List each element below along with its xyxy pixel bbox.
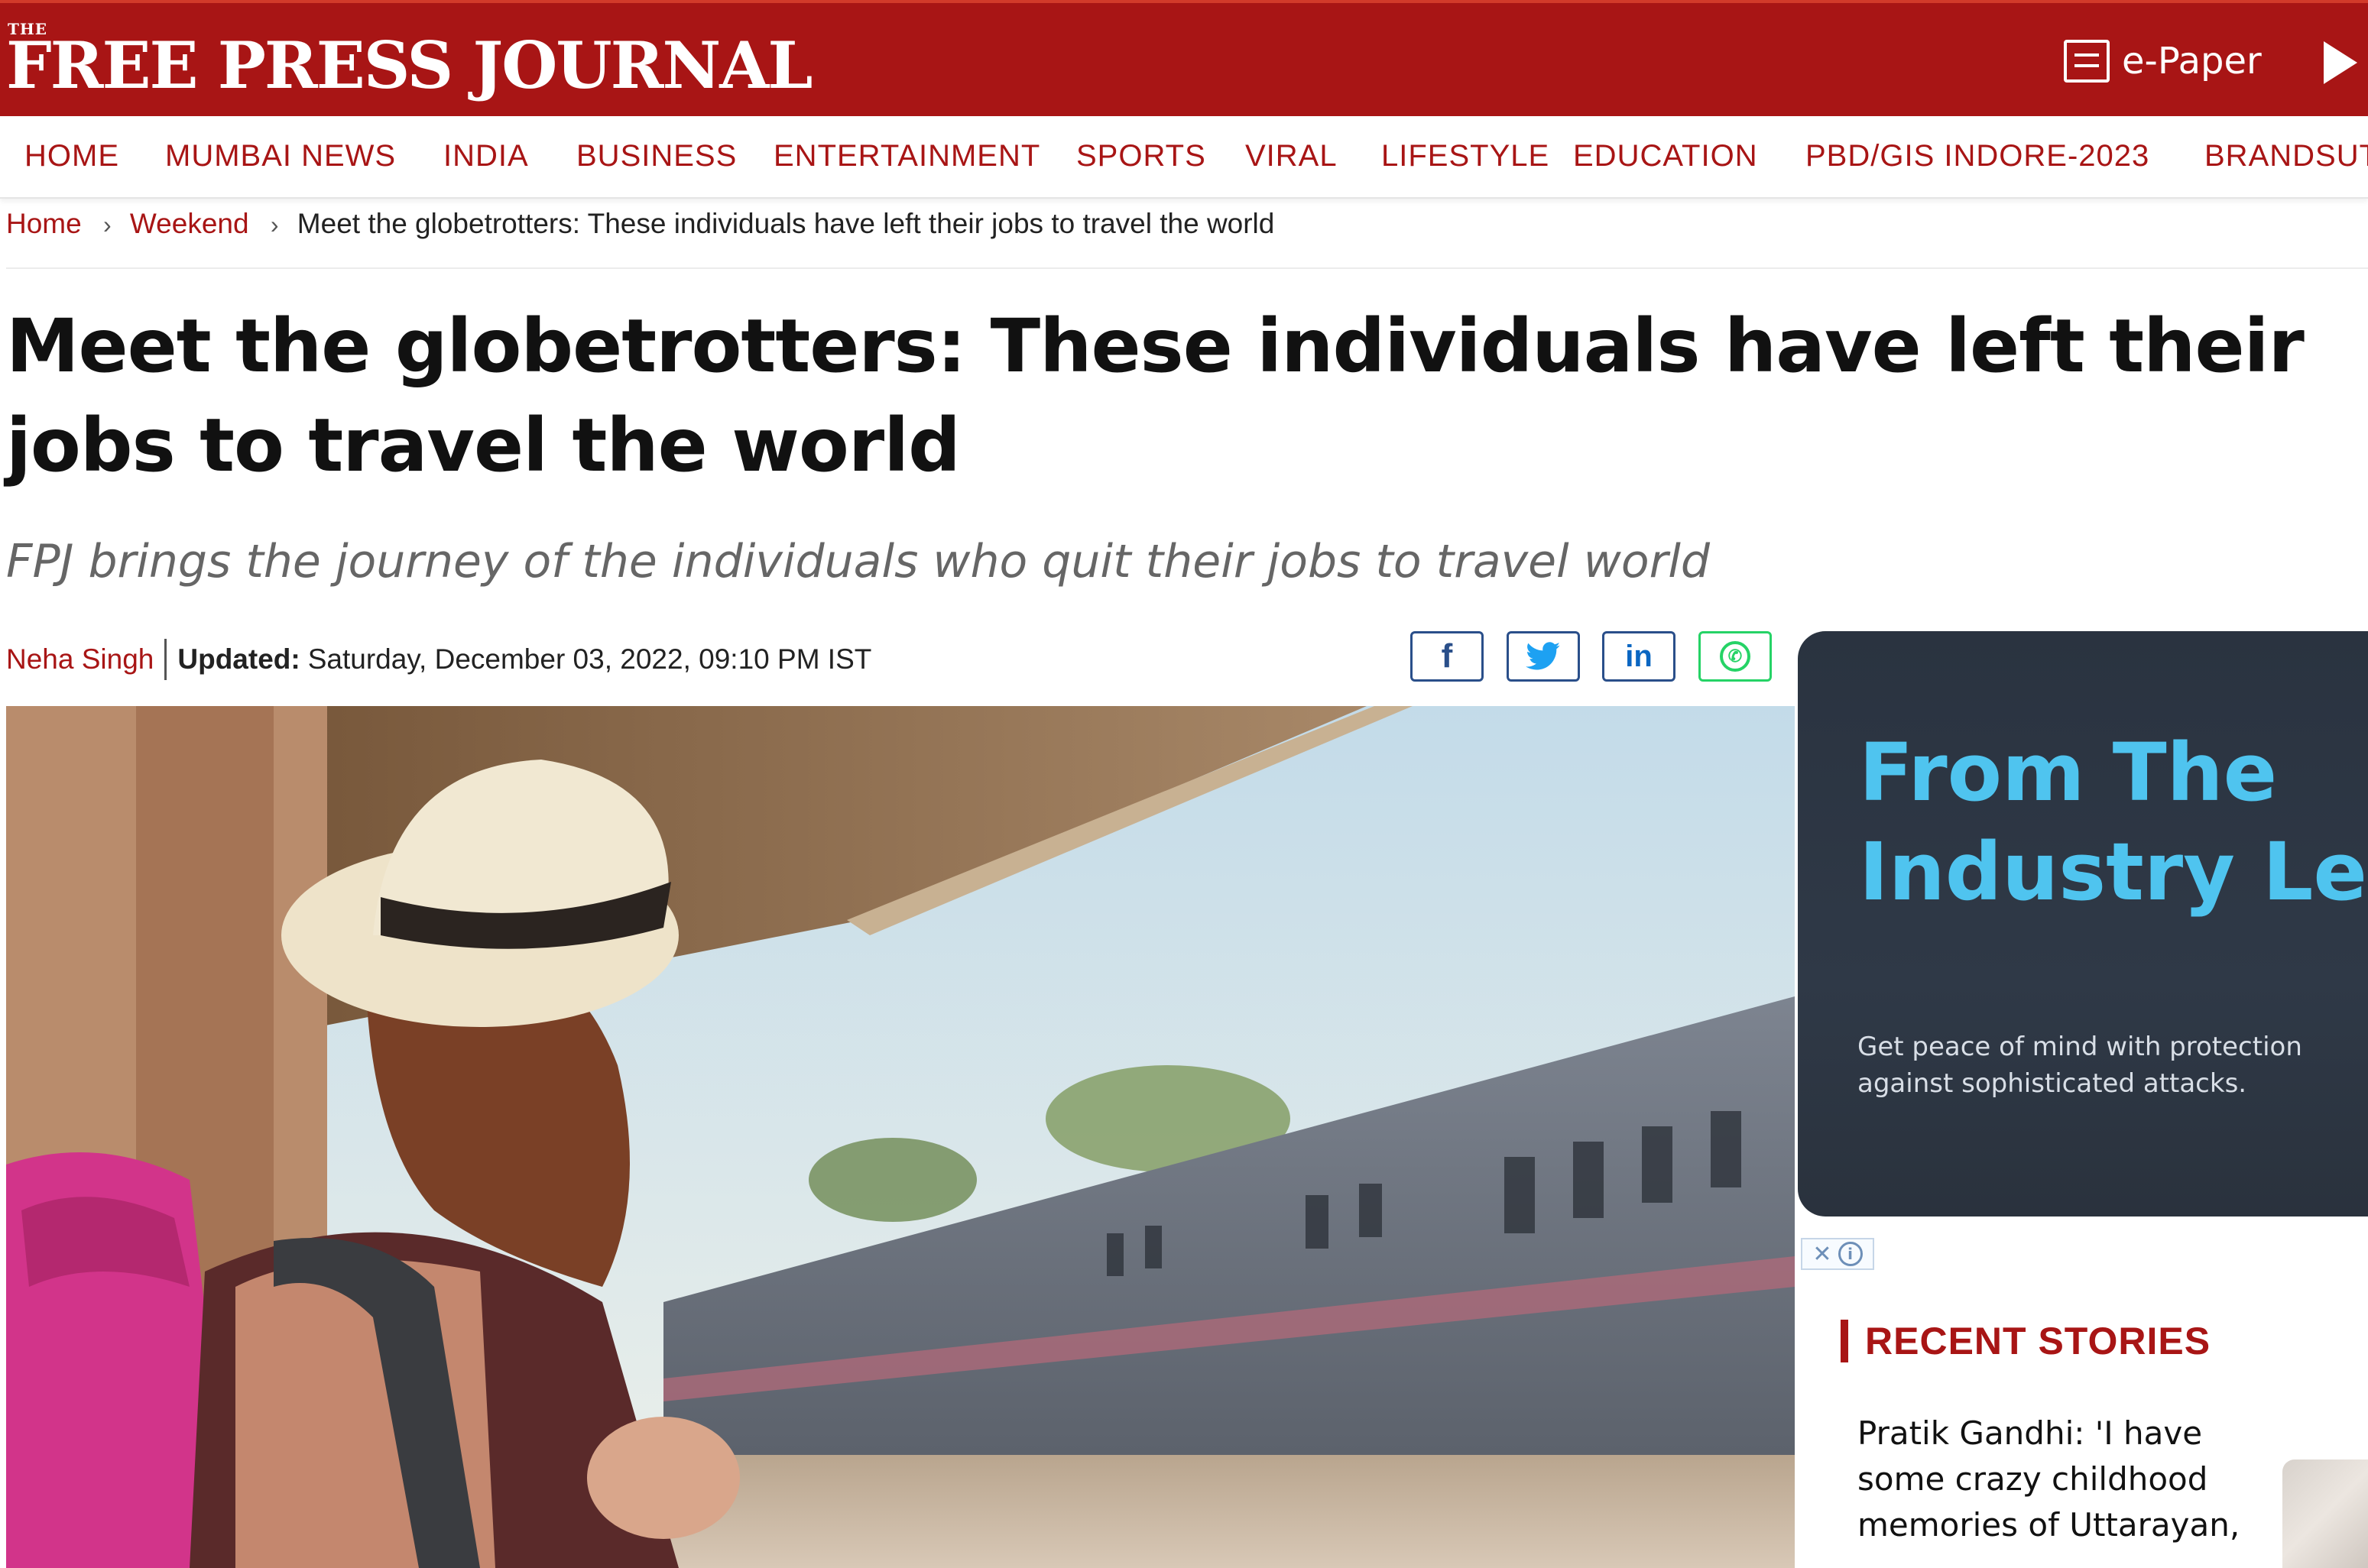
share-facebook-button[interactable]: f [1410,631,1484,682]
newspaper-icon [2064,40,2110,83]
nav-item-business[interactable]: BUSINESS [576,139,737,173]
article-headline: Meet the globetrotters: These individual… [6,303,2305,488]
nav-item-sports[interactable]: SPORTS [1076,139,1206,173]
article-meta: Neha Singh Updated: Saturday, December 0… [6,639,871,680]
share-twitter-button[interactable] [1507,631,1580,682]
recent-story-thumbnail[interactable] [2282,1459,2368,1568]
breadcrumb-separator: › [270,211,279,238]
ad-headline: From The Industry Lea [1859,723,2368,922]
ad-headline-line-1: From The [1859,726,2278,819]
article-subtitle: FPJ brings the journey of the individual… [6,535,1710,588]
main-nav: HOME MUMBAI NEWS INDIA BUSINESS ENTERTAI… [0,116,2368,199]
ad-info-icon[interactable]: i [1838,1242,1863,1266]
share-linkedin-button[interactable]: in [1602,631,1675,682]
breadcrumb-weekend[interactable]: Weekend [130,208,249,239]
sidebar-advertisement[interactable]: From The Industry Lea Get peace of mind … [1798,631,2368,1216]
nav-item-education[interactable]: EDUCATION [1573,139,1758,173]
updated-date: Saturday, December 03, 2022, 09:10 PM IS… [307,643,872,675]
linkedin-icon: in [1625,639,1653,673]
hero-photo [6,706,1795,1568]
epaper-link[interactable]: e-Paper [2064,40,2262,83]
nav-item-brandsutra[interactable]: BRANDSUTRA [2204,139,2368,173]
nav-item-lifestyle[interactable]: LIFESTYLE [1381,139,1549,173]
adchoices-badge[interactable]: ✕ i [1801,1238,1874,1270]
nav-item-india[interactable]: INDIA [443,139,529,173]
nav-item-viral[interactable]: VIRAL [1245,139,1338,173]
twitter-icon [1526,642,1561,670]
recent-stories-header: RECENT STORIES [1841,1319,2211,1363]
breadcrumb: Home › Weekend › Meet the globetrotters:… [6,208,1274,240]
breadcrumb-home[interactable]: Home [6,208,82,239]
recent-story-link[interactable]: Pratik Gandhi: 'I have some crazy childh… [1857,1411,2270,1548]
logo-text: FREE PRESS JOURNAL [6,28,813,103]
epaper-label: e-Paper [2122,40,2262,83]
ad-close-icon[interactable]: ✕ [1812,1241,1831,1268]
site-header: THE FREE PRESS JOURNAL e-Paper [0,0,2368,116]
author-link[interactable]: Neha Singh [6,643,154,675]
nav-item-entertainment[interactable]: ENTERTAINMENT [774,139,1040,173]
nav-item-pbd-gis[interactable]: PBD/GIS INDORE-2023 [1805,139,2149,173]
ad-body-text: Get peace of mind with protection agains… [1857,1032,2302,1099]
article-hero-image [6,706,1795,1568]
breadcrumb-current: Meet the globetrotters: These individual… [297,208,1275,239]
nav-item-home[interactable]: HOME [24,139,119,173]
whatsapp-icon: ✆ [1720,641,1750,672]
nav-item-mumbai-news[interactable]: MUMBAI NEWS [165,139,396,173]
ad-headline-line-2: Industry Lea [1859,825,2368,918]
meta-divider [164,639,167,680]
breadcrumb-divider [6,267,2368,269]
play-store-icon[interactable] [2324,41,2357,84]
recent-stories-title: RECENT STORIES [1865,1320,2211,1362]
section-accent-bar [1841,1320,1848,1362]
facebook-icon: f [1441,637,1453,675]
breadcrumb-separator: › [102,211,112,238]
share-whatsapp-button[interactable]: ✆ [1698,631,1772,682]
updated-label: Updated: [177,643,300,675]
